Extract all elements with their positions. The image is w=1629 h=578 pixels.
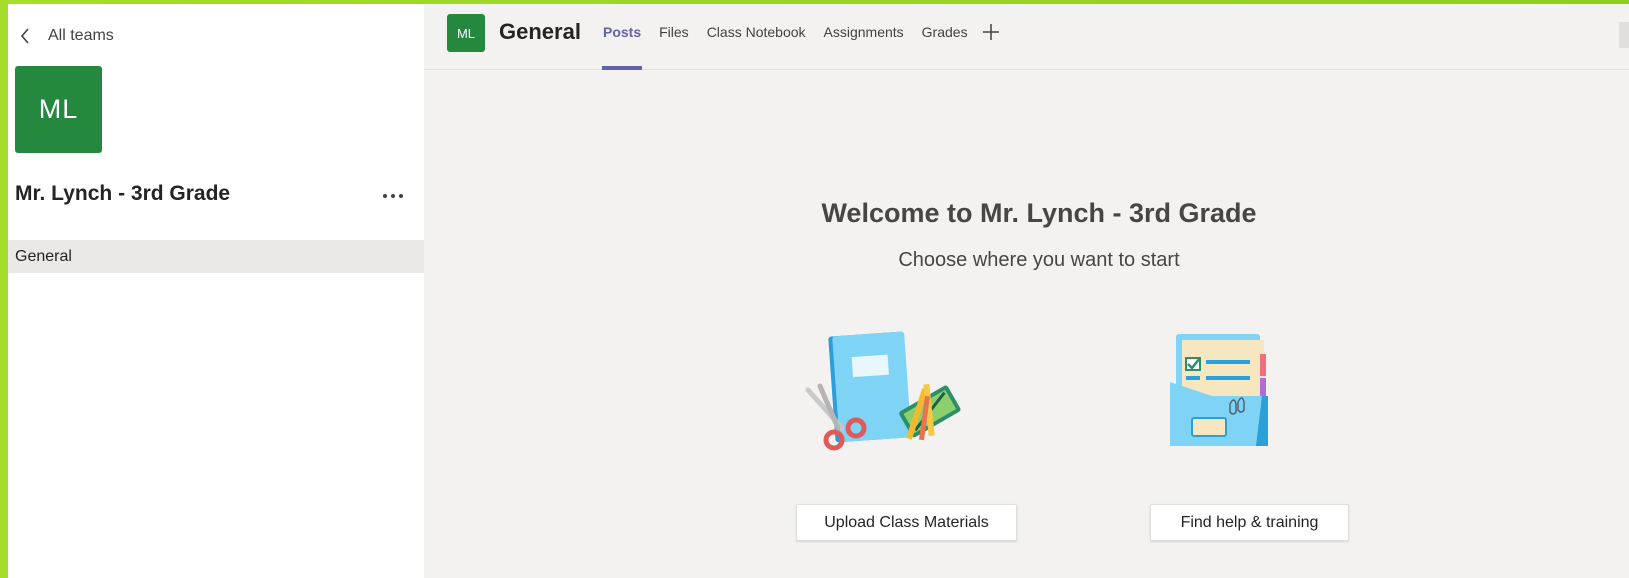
welcome-subtitle: Choose where you want to start xyxy=(898,249,1180,271)
class-materials-illustration xyxy=(805,331,961,451)
more-dot xyxy=(383,194,387,198)
welcome-panel: Welcome to Mr. Lynch - 3rd Grade Choose … xyxy=(424,70,1629,578)
tab-grades[interactable]: Grades xyxy=(913,4,977,70)
upload-class-materials-button[interactable]: Upload Class Materials xyxy=(796,504,1017,541)
channel-avatar: ML xyxy=(447,14,485,52)
channel-title: General xyxy=(499,19,581,44)
channel-item-general[interactable]: General xyxy=(8,240,424,273)
teams-window: All teams ML Mr. Lynch - 3rd Grade Gener… xyxy=(8,4,1629,578)
plus-icon[interactable] xyxy=(977,4,1005,70)
more-options-icon[interactable] xyxy=(378,184,408,208)
more-dot xyxy=(399,194,403,198)
welcome-heading: Welcome to Mr. Lynch - 3rd Grade xyxy=(821,198,1257,228)
all-teams-label: All teams xyxy=(48,27,114,44)
tab-posts[interactable]: Posts xyxy=(594,4,650,70)
find-help-training-button[interactable]: Find help & training xyxy=(1150,504,1349,541)
tab-bar: Posts Files Class Notebook Assignments G… xyxy=(594,4,1005,70)
tab-assignments[interactable]: Assignments xyxy=(815,4,913,70)
channel-header: ML General Posts Files Class Notebook As… xyxy=(424,4,1629,70)
team-avatar: ML xyxy=(15,66,102,153)
more-dot xyxy=(391,194,395,198)
tab-files[interactable]: Files xyxy=(650,4,698,70)
header-overflow-control[interactable] xyxy=(1619,22,1629,48)
chevron-left-icon xyxy=(16,27,34,45)
all-teams-back-link[interactable]: All teams xyxy=(16,20,114,52)
tab-class-notebook[interactable]: Class Notebook xyxy=(698,4,815,70)
sidebar: All teams ML Mr. Lynch - 3rd Grade Gener… xyxy=(8,4,424,578)
help-training-illustration xyxy=(1170,334,1268,446)
team-name: Mr. Lynch - 3rd Grade xyxy=(15,182,231,205)
